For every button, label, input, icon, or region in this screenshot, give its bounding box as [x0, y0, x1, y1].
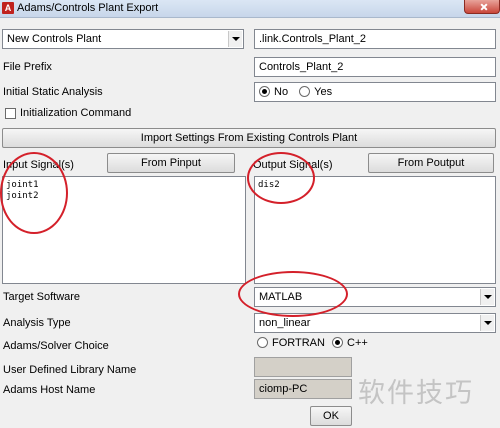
watermark-text: 软件技巧 [358, 378, 474, 409]
plant-path-field[interactable]: .link.Controls_Plant_2 [254, 29, 496, 49]
initialization-command-checkbox[interactable] [5, 108, 16, 119]
radio-empty-icon[interactable] [257, 337, 268, 348]
file-prefix-input[interactable]: Controls_Plant_2 [254, 57, 496, 77]
output-signals-textarea[interactable]: dis2 [254, 176, 496, 284]
list-item: dis2 [258, 180, 280, 190]
from-poutput-button[interactable]: From Poutput [368, 153, 494, 173]
adams-app-icon: A [2, 2, 14, 14]
initial-static-analysis-group: No Yes [254, 82, 496, 102]
radio-empty-icon[interactable] [299, 86, 311, 97]
fortran-label: FORTRAN [272, 337, 325, 349]
host-name-label: Adams Host Name [3, 384, 96, 396]
input-signals-label: Input Signal(s) [3, 159, 74, 171]
file-prefix-label: File Prefix [3, 61, 52, 73]
initialization-command-label: Initialization Command [20, 107, 132, 119]
target-software-value: MATLAB [259, 291, 303, 303]
import-settings-button[interactable]: Import Settings From Existing Controls P… [2, 128, 496, 148]
list-item: joint2 [6, 191, 39, 201]
fortran-radio[interactable]: FORTRAN [257, 337, 325, 349]
user-library-label: User Defined Library Name [3, 364, 137, 376]
radio-selected-icon[interactable] [259, 86, 270, 97]
static-no-label: No [274, 86, 289, 98]
title-bar: A Adams/Controls Plant Export [0, 0, 500, 18]
plant-selector-dropdown[interactable]: New Controls Plant [2, 29, 244, 49]
plant-selector-value: New Controls Plant [7, 33, 102, 45]
analysis-type-dropdown[interactable]: non_linear [254, 313, 496, 333]
static-yes-label: Yes [314, 86, 333, 98]
solver-choice-label: Adams/Solver Choice [3, 340, 109, 352]
radio-selected-icon[interactable] [332, 337, 344, 348]
close-icon[interactable] [464, 0, 500, 14]
analysis-type-label: Analysis Type [3, 317, 71, 329]
ok-button[interactable]: OK [310, 406, 352, 426]
chevron-down-icon[interactable] [480, 289, 494, 305]
chevron-down-icon[interactable] [228, 31, 242, 47]
cpp-radio[interactable]: C++ [332, 337, 368, 349]
chevron-down-icon[interactable] [480, 315, 494, 331]
list-item: joint1 [6, 180, 39, 190]
input-signals-textarea[interactable]: joint1 joint2 [2, 176, 246, 284]
solver-choice-group: FORTRAN C++ [257, 337, 368, 349]
target-software-label: Target Software [3, 291, 81, 303]
static-no-radio[interactable]: No [259, 86, 288, 98]
output-signals-label: Output Signal(s) [253, 159, 333, 171]
window-title: Adams/Controls Plant Export [17, 2, 159, 14]
target-software-dropdown[interactable]: MATLAB [254, 287, 496, 307]
from-pinput-button[interactable]: From Pinput [107, 153, 235, 173]
initial-static-analysis-label: Initial Static Analysis [3, 86, 103, 98]
static-yes-radio[interactable]: Yes [299, 86, 332, 98]
analysis-type-value: non_linear [259, 317, 311, 329]
user-library-input[interactable] [254, 357, 352, 377]
cpp-label: C++ [347, 337, 368, 349]
host-name-input[interactable]: ciomp-PC [254, 379, 352, 399]
